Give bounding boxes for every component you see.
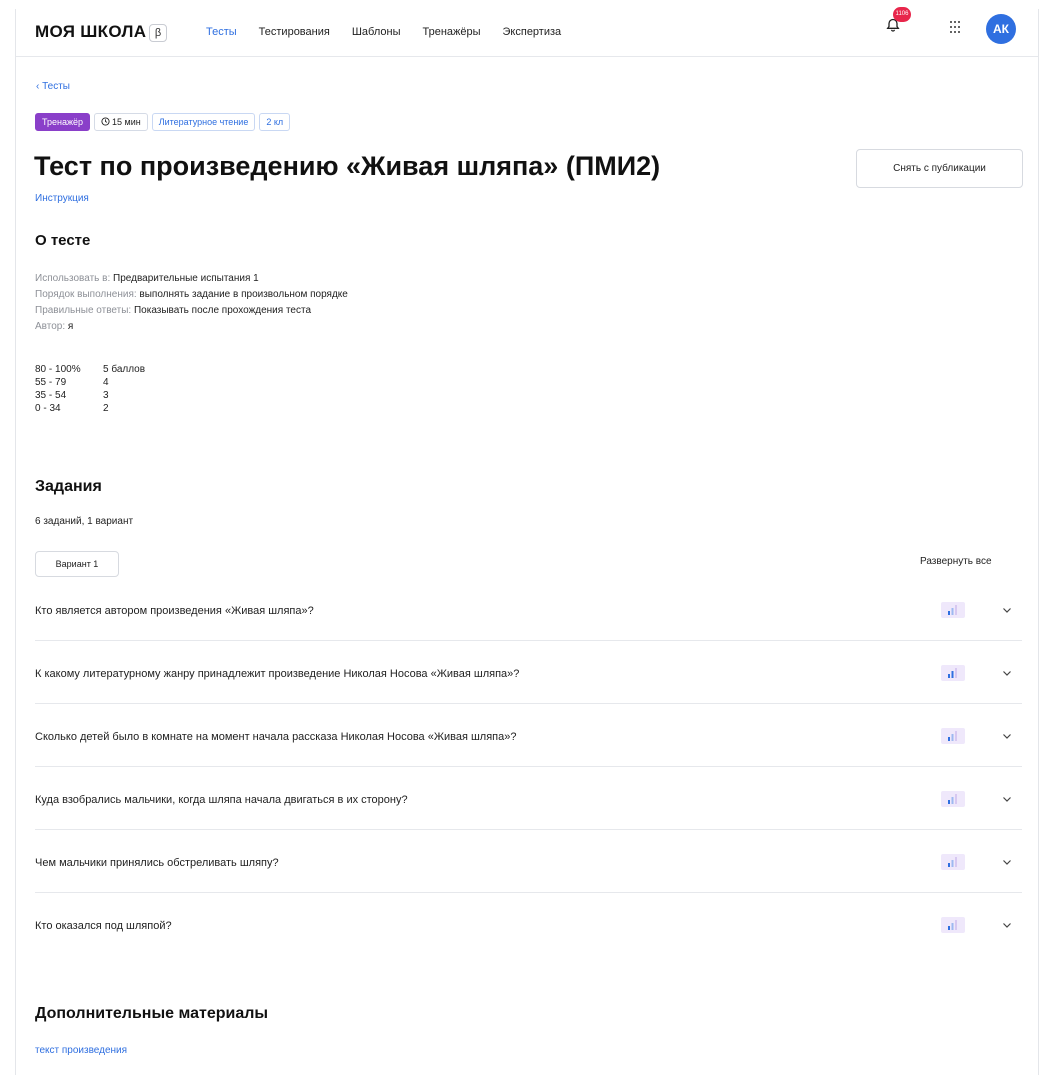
nav-expertise[interactable]: Экспертиза [503, 26, 562, 38]
grade-row: 80 - 100% 5 баллов [35, 364, 146, 375]
task-row[interactable]: Сколько детей было в комнате на момент н… [35, 704, 1022, 767]
grade-row: 35 - 54 3 [35, 390, 109, 401]
instruction-link[interactable]: Инструкция [35, 193, 89, 204]
duration-tag: 15 мин [94, 113, 148, 131]
chevron-down-icon[interactable] [1001, 667, 1013, 679]
grading-scale: 80 - 100% 5 баллов 55 - 79 4 35 - 54 3 0 - … [35, 363, 145, 415]
variant-1-tab[interactable]: Вариант 1 [35, 551, 119, 577]
materials-heading: Дополнительные материалы [35, 1005, 269, 1022]
task-question: Куда взобрались мальчики, когда шляпа на… [35, 794, 408, 806]
about-details: Использовать в: Предварительные испытани… [35, 271, 348, 335]
test-tags: Тренажёр 15 мин Литературное чтение 2 кл [35, 113, 291, 131]
expand-all-button[interactable]: Развернуть все [920, 556, 992, 567]
back-to-tests-link[interactable]: ‹ Тесты [36, 81, 70, 92]
tasks-count: 6 заданий, 1 вариант [35, 516, 134, 527]
beta-badge: β [149, 24, 167, 42]
type-tag: Тренажёр [35, 113, 91, 131]
chevron-down-icon[interactable] [1001, 730, 1013, 742]
nav-tests[interactable]: Тесты [206, 26, 237, 38]
task-row[interactable]: Чем мальчики принялись обстреливать шляп… [35, 830, 1022, 893]
grade-tag: 2 кл [259, 113, 291, 131]
task-question: Сколько детей было в комнате на момент н… [35, 731, 517, 743]
duration-text: 15 мин [112, 117, 141, 127]
apps-grid-icon[interactable] [950, 21, 962, 33]
clock-icon [101, 117, 110, 126]
notification-count-badge: 1106 [893, 7, 911, 22]
logo[interactable]: МОЯ ШКОЛА [35, 22, 146, 42]
about-row-author: Автор: я [35, 321, 74, 332]
chevron-down-icon[interactable] [1001, 604, 1013, 616]
difficulty-icon [941, 791, 965, 807]
nav-trainers[interactable]: Тренажёры [422, 26, 480, 38]
task-row[interactable]: Куда взобрались мальчики, когда шляпа на… [35, 767, 1022, 830]
page-title: Тест по произведению «Живая шляпа» (ПМИ2… [34, 151, 661, 181]
tasks-heading: Задания [35, 478, 102, 495]
unpublish-button[interactable]: Снять с публикации [856, 149, 1023, 188]
chevron-down-icon[interactable] [1001, 856, 1013, 868]
task-row[interactable]: Кто оказался под шляпой? [35, 893, 1022, 956]
chevron-down-icon[interactable] [1001, 919, 1013, 931]
about-row-answers: Правильные ответы: Показывать после прох… [35, 305, 312, 316]
task-question: Кто является автором произведения «Живая… [35, 605, 314, 617]
top-header: МОЯ ШКОЛА β Тесты Тестирования Шаблоны Т… [16, 9, 1038, 57]
difficulty-icon [941, 665, 965, 681]
task-list: Кто является автором произведения «Живая… [35, 578, 1022, 956]
main-nav: Тесты Тестирования Шаблоны Тренажёры Экс… [206, 26, 583, 38]
difficulty-icon [941, 917, 965, 933]
about-row-order: Порядок выполнения: выполнять задание в … [35, 289, 348, 300]
task-question: Кто оказался под шляпой? [35, 920, 172, 932]
difficulty-icon [941, 728, 965, 744]
grade-row: 0 - 34 2 [35, 403, 109, 414]
about-heading: О тесте [35, 232, 91, 249]
task-row[interactable]: Кто является автором произведения «Живая… [35, 578, 1022, 641]
chevron-down-icon[interactable] [1001, 793, 1013, 805]
about-row-use-in: Использовать в: Предварительные испытани… [35, 273, 259, 284]
grade-row: 55 - 79 4 [35, 377, 109, 388]
task-question: К какому литературному жанру принадлежит… [35, 668, 520, 680]
difficulty-icon [941, 854, 965, 870]
avatar[interactable]: АК [986, 14, 1016, 44]
work-text-link[interactable]: текст произведения [35, 1045, 127, 1056]
task-question: Чем мальчики принялись обстреливать шляп… [35, 857, 279, 869]
subject-tag: Литературное чтение [151, 113, 256, 131]
task-row[interactable]: К какому литературному жанру принадлежит… [35, 641, 1022, 704]
nav-templates[interactable]: Шаблоны [352, 26, 401, 38]
difficulty-icon [941, 602, 965, 618]
nav-testings[interactable]: Тестирования [259, 26, 330, 38]
